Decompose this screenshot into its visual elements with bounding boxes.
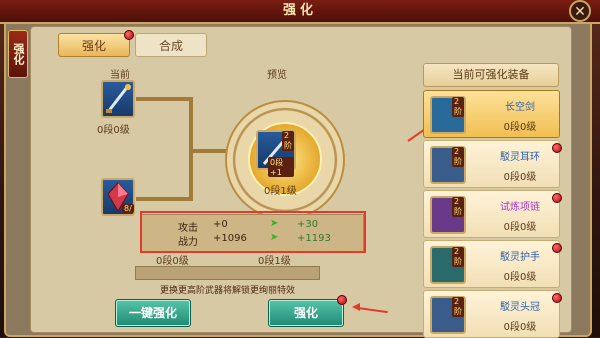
strengthen-gem-slot[interactable]: 8/ xyxy=(101,178,135,216)
notify-dot xyxy=(552,293,562,303)
equipment-icon: 2阶 xyxy=(430,96,466,134)
notify-dot xyxy=(552,143,562,153)
window-title: 强化 xyxy=(282,3,317,18)
preview-tier-badge: 2阶 xyxy=(282,131,294,151)
tier-badge: 2阶 xyxy=(452,147,464,167)
equipment-name: 试炼项链 xyxy=(500,202,540,213)
bottom-level-right: 0段1级 xyxy=(258,256,291,267)
equipment-name: 长空剑 xyxy=(505,102,535,113)
preview-level-text: 0段1级 xyxy=(264,186,297,197)
equipment-level: 0段0级 xyxy=(503,272,537,283)
connector-line xyxy=(136,197,191,201)
equipment-icon: 2阶 xyxy=(430,296,466,334)
equipment-level: 0段0级 xyxy=(503,172,537,183)
connector-line xyxy=(189,149,229,153)
side-tab-strengthen[interactable]: 强化 xyxy=(8,30,28,78)
tab-synthesize[interactable]: 合成 xyxy=(135,33,207,57)
tier-badge: 2阶 xyxy=(452,197,464,217)
strengthen-button[interactable]: 强化 xyxy=(268,299,344,327)
title-bar: 强化 ✕ xyxy=(0,0,600,24)
preview-inner-level: 0段+1 xyxy=(268,157,294,177)
equipment-item[interactable]: 2阶 长空剑 0段0级 xyxy=(423,90,560,138)
notify-dot xyxy=(552,193,562,203)
equipment-level: 0段0级 xyxy=(503,122,537,133)
sword-icon xyxy=(106,84,131,113)
progress-bar xyxy=(135,266,320,280)
annotation-arrow-head xyxy=(352,303,360,311)
preview-weapon-slot[interactable]: 2阶 0段+1 xyxy=(256,130,296,177)
hint-text: 更换更高阶武器将解锁更绚丽特效 xyxy=(159,286,295,296)
close-button[interactable]: ✕ xyxy=(569,0,591,22)
tab-strengthen[interactable]: 强化 xyxy=(58,33,130,57)
connector-line xyxy=(136,97,191,101)
tier-badge: 2阶 xyxy=(452,97,464,117)
equipment-level: 0段0级 xyxy=(503,222,537,233)
one-click-strengthen-button[interactable]: 一键强化 xyxy=(115,299,191,327)
current-label: 当前 xyxy=(110,70,130,81)
equipment-name: 駁灵护手 xyxy=(500,252,540,263)
tier-badge: 2阶 xyxy=(452,247,464,267)
notify-dot xyxy=(124,30,134,40)
current-level-text: 0段0级 xyxy=(97,125,130,136)
highlight-frame xyxy=(140,211,366,253)
equipment-icon: 2阶 xyxy=(430,196,466,234)
preview-label: 预览 xyxy=(267,70,287,81)
current-weapon-slot[interactable] xyxy=(101,80,135,118)
equipment-item[interactable]: 2阶 駁灵头冠 0段0级 xyxy=(423,290,562,338)
equipment-icon: 2阶 xyxy=(430,146,466,184)
equipment-item[interactable]: 2阶 駁灵护手 0段0级 xyxy=(423,240,562,288)
bottom-level-left: 0段0级 xyxy=(156,256,189,267)
notify-dot xyxy=(552,243,562,253)
notify-dot xyxy=(337,295,347,305)
equipment-item[interactable]: 2阶 駁灵耳环 0段0级 xyxy=(423,140,562,188)
equipment-icon: 2阶 xyxy=(430,246,466,284)
equipment-name: 駁灵耳环 xyxy=(500,152,540,163)
equipment-level: 0段0级 xyxy=(503,322,537,333)
equipment-name: 駁灵头冠 xyxy=(500,302,540,313)
gem-count: 8/ xyxy=(122,204,134,213)
tier-badge: 2阶 xyxy=(452,297,464,317)
equipment-item[interactable]: 2阶 试炼项链 0段0级 xyxy=(423,190,562,238)
equipment-list-header: 当前可强化装备 xyxy=(423,63,559,87)
